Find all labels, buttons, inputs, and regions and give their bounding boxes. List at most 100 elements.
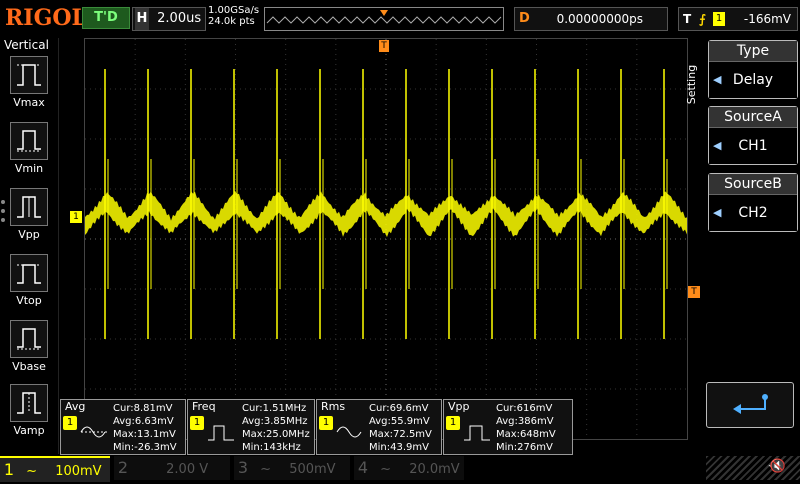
channel1-tab[interactable]: 1 ~ 100mV <box>0 456 110 482</box>
measurement-avg: Avg:3.85MHz <box>242 416 308 427</box>
measurement-min: Min:43.9mV <box>369 442 429 453</box>
horizontal-scale-box[interactable]: H 2.00us <box>132 7 206 31</box>
panel-title: Vertical <box>4 38 49 52</box>
measurement-max: Max:648mV <box>496 429 556 440</box>
measurement-cur: Cur:616mV <box>496 403 553 414</box>
option-title: Type <box>709 41 797 62</box>
delay-value: 0.00000000ps <box>556 12 643 26</box>
waveform-grid[interactable] <box>84 38 688 440</box>
delay-box[interactable]: D 0.00000000ps <box>514 7 668 31</box>
rising-edge-icon: ⨍ <box>699 12 706 26</box>
vmax-icon <box>10 56 48 94</box>
chevron-left-icon: ◀ <box>713 139 722 152</box>
waveform-display <box>85 39 687 439</box>
measure-label: Vmax <box>13 96 45 109</box>
vamp-icon <box>10 384 48 422</box>
memory-position-strip[interactable] <box>264 7 504 31</box>
delay-label: D <box>519 11 530 26</box>
measurement-avg[interactable]: Avg 1 Cur:8.81mV Avg:6.63mV Max:13.1mV M… <box>60 399 186 455</box>
type-option[interactable]: Type ◀ Delay <box>708 40 798 99</box>
measurement-cur: Cur:1.51MHz <box>242 403 307 414</box>
option-title: SourceB <box>709 174 797 195</box>
source-a-option[interactable]: SourceA ◀ CH1 <box>708 106 798 165</box>
measurement-max: Max:13.1mV <box>113 429 176 440</box>
status-area: ⌁ 🔇 <box>706 456 800 480</box>
measurement-channel: 1 <box>446 416 460 430</box>
horizontal-label: H <box>135 8 149 30</box>
run-state-badge[interactable]: T'D <box>82 7 130 29</box>
waveform-band <box>85 190 687 238</box>
measurement-min: Min:276mV <box>496 442 553 453</box>
trigger-source: 1 <box>713 12 725 26</box>
measure-vmax[interactable]: Vmax <box>8 56 50 109</box>
enter-button[interactable] <box>706 382 794 428</box>
sample-rate: 1.00GSa/s <box>208 5 260 16</box>
measurement-avg: Avg:386mV <box>496 416 554 427</box>
measurement-name: Rms <box>321 400 346 413</box>
coupling-icon: ~ <box>26 464 38 479</box>
vbase-icon <box>10 320 48 358</box>
pulse-wave-icon <box>464 425 490 441</box>
vmin-icon <box>10 122 48 160</box>
option-value: CH1 <box>738 138 768 154</box>
trigger-position-marker[interactable]: T <box>379 40 389 52</box>
measurement-avg: Avg:6.63mV <box>113 416 174 427</box>
measurement-channel: 1 <box>319 416 333 430</box>
channel3-tab[interactable]: 3 ~ 500mV <box>234 456 350 480</box>
measurement-channel: 1 <box>63 416 77 430</box>
measurement-cur: Cur:8.81mV <box>113 403 173 414</box>
measurement-min: Min:-26.3mV <box>113 442 177 453</box>
source-b-option[interactable]: SourceB ◀ CH2 <box>708 173 798 232</box>
measure-vtop[interactable]: Vtop <box>8 254 50 307</box>
memory-waveform-overview <box>266 10 502 24</box>
channel-bar: 1 ~ 100mV 2 2.00 V 3 ~ 500mV 4 ~ 20.0mV … <box>0 456 800 482</box>
measure-vmin[interactable]: Vmin <box>8 122 50 175</box>
measurement-max: Max:25.0MHz <box>242 429 310 440</box>
measure-vpp[interactable]: Vpp <box>8 188 50 241</box>
measurement-name: Freq <box>192 400 216 413</box>
top-status-bar: RIGOL T'D H 2.00us 1.00GSa/s 24.0k pts D… <box>0 0 800 38</box>
channel-number: 1 <box>3 460 15 479</box>
measurement-avg: Avg:55.9mV <box>369 416 430 427</box>
setting-label: Setting <box>685 64 699 105</box>
memory-depth: 24.0k pts <box>208 16 255 27</box>
measure-label: Vmin <box>14 162 44 175</box>
coupling-icon: ~ <box>380 462 392 477</box>
sine-wave-icon <box>336 426 362 438</box>
channel1-level-marker[interactable]: 1 <box>70 211 82 223</box>
trigger-box[interactable]: T ⨍ 1 -166mV <box>678 7 798 31</box>
measurement-name: Avg <box>65 400 86 413</box>
measurement-rms[interactable]: Rms 1 Cur:69.6mV Avg:55.9mV Max:72.5mV M… <box>316 399 442 455</box>
horizontal-scale-value: 2.00us <box>157 11 202 26</box>
measure-vamp[interactable]: Vamp <box>8 384 50 437</box>
channel4-tab[interactable]: 4 ~ 20.0mV <box>354 456 464 480</box>
channel-scale: 500mV <box>289 462 336 477</box>
option-value: Delay <box>732 72 774 88</box>
sine-wave-icon <box>80 426 107 438</box>
vpp-icon <box>10 188 48 226</box>
measurement-channel: 1 <box>190 416 204 430</box>
speaker-mute-icon: 🔇 <box>769 459 786 474</box>
channel2-tab[interactable]: 2 2.00 V <box>114 456 230 480</box>
measurement-min: Min:143kHz <box>242 442 301 453</box>
chevron-left-icon: ◀ <box>713 73 722 86</box>
coupling-icon: ~ <box>260 462 272 477</box>
vertical-measure-panel: Vertical Vmax Vmin Vpp Vtop Vbase Vamp <box>0 38 59 454</box>
channel-scale: 100mV <box>55 464 102 479</box>
vtop-icon <box>10 254 48 292</box>
measure-label: Vtop <box>16 294 42 307</box>
page-indicator <box>1 200 5 227</box>
enter-icon <box>733 394 768 414</box>
option-title: SourceA <box>709 107 797 128</box>
rigol-logo: RIGOL <box>5 5 87 31</box>
measure-label: Vpp <box>18 228 40 241</box>
channel-scale: 20.0mV <box>409 462 460 477</box>
measure-vbase[interactable]: Vbase <box>8 320 50 373</box>
sampling-info: 1.00GSa/s 24.0k pts <box>208 5 259 27</box>
channel-number: 3 <box>237 458 249 477</box>
measurement-vpp[interactable]: Vpp 1 Cur:616mV Avg:386mV Max:648mV Min:… <box>443 399 573 455</box>
chevron-left-icon: ◀ <box>713 206 722 219</box>
trigger-level: -166mV <box>743 12 791 26</box>
measurement-freq[interactable]: Freq 1 Cur:1.51MHz Avg:3.85MHz Max:25.0M… <box>187 399 315 455</box>
trigger-level-marker[interactable]: T <box>688 286 700 298</box>
